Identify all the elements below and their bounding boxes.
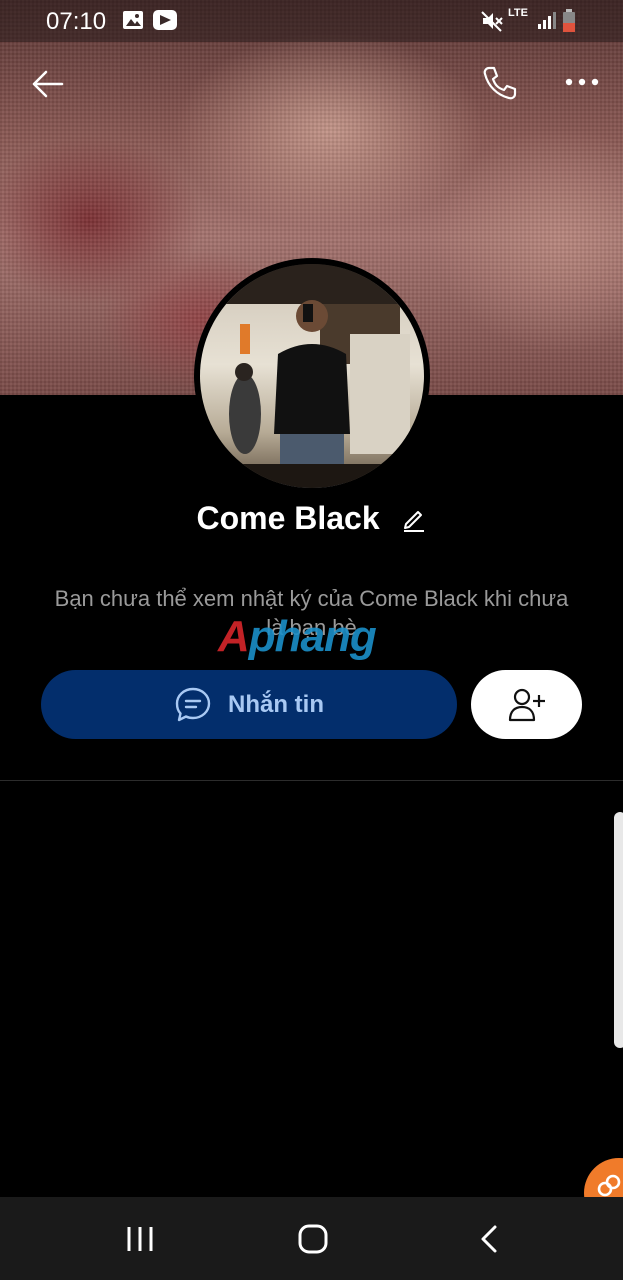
- edge-panel-handle[interactable]: [614, 812, 623, 1048]
- status-time: 07:10: [46, 8, 107, 35]
- avatar-illustration: [200, 264, 424, 488]
- more-horizontal-icon[interactable]: [564, 74, 600, 90]
- system-nav-bar: [0, 1197, 623, 1280]
- watermark-logo: Aphang: [218, 612, 377, 662]
- chat-bubble-icon: [175, 687, 211, 721]
- youtube-icon: [153, 10, 177, 30]
- section-divider: [0, 780, 623, 781]
- recent-apps-icon[interactable]: [124, 1219, 156, 1259]
- signal-icon: [538, 12, 556, 29]
- watermark-first: A: [218, 612, 250, 661]
- mute-icon: [481, 11, 503, 32]
- profile-name: Come Black: [0, 498, 623, 537]
- status-bar: 07:10 LTE: [0, 0, 623, 42]
- avatar[interactable]: [194, 258, 430, 494]
- avatar-photo: [200, 264, 424, 488]
- add-friend-button[interactable]: [471, 670, 582, 739]
- pencil-icon[interactable]: [401, 506, 427, 532]
- profile-name-text: Come Black: [196, 500, 380, 537]
- message-button-label: Nhắn tin: [228, 690, 324, 718]
- gallery-icon: [123, 11, 143, 29]
- message-button[interactable]: Nhắn tin: [41, 670, 457, 739]
- back-icon[interactable]: [474, 1219, 504, 1259]
- phone-icon[interactable]: [480, 64, 518, 102]
- home-icon[interactable]: [296, 1219, 332, 1259]
- add-user-icon: [508, 688, 545, 721]
- back-arrow-icon[interactable]: [30, 66, 66, 102]
- watermark-rest: phang: [248, 612, 377, 661]
- battery-icon: [563, 9, 575, 32]
- network-type: LTE: [508, 7, 528, 19]
